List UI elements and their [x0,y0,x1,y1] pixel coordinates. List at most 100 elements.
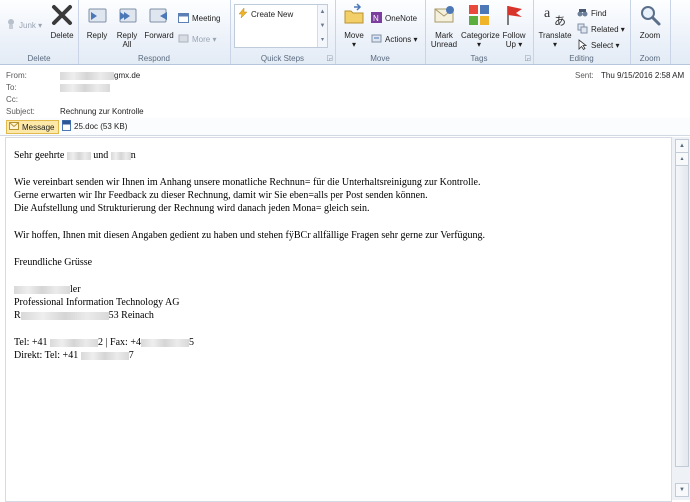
reply-all-button[interactable]: Reply All [112,3,142,49]
paragraph-1-line-2: Gerne erwarten wir Ihr Feedback zu diese… [14,190,428,201]
more-icon [178,33,189,46]
lightning-icon [238,7,248,20]
subject-value: Rechnung zur Kontrolle [60,107,144,116]
expand-gallery-icon[interactable]: ▾ [318,33,327,47]
scroll-down-icon[interactable]: ▼ [318,19,327,33]
reply-button[interactable]: Reply [82,3,112,40]
paragraph-2: Wir hoffen, Ihnen mit diesen Angaben ged… [14,230,486,241]
cc-label: Cc: [6,95,18,104]
select-cursor-icon [577,39,588,52]
quick-steps-scroll[interactable]: ▲ ▼ ▾ [317,5,327,47]
group-label-quick-steps: Quick Steps [260,54,305,63]
group-quick-steps: Create New ▲ ▼ ▾ Quick Steps ◲ [230,0,336,64]
group-label-zoom: Zoom [639,54,661,63]
scroll-up-page-icon[interactable]: ▴ [675,152,689,166]
junk-button[interactable]: Junk ▾ [6,18,42,32]
mark-unread-icon [427,3,461,29]
tags-launcher-icon[interactable]: ◲ [524,54,531,62]
message-tab[interactable]: Message [6,120,60,134]
follow-up-button[interactable]: Follow Up ▾ [499,3,529,49]
mark-unread-button[interactable]: Mark Unread [427,3,461,49]
move-button[interactable]: Move ▾ [339,3,369,49]
redacted-sender [60,71,114,80]
meeting-icon [178,12,189,25]
quick-steps-launcher-icon[interactable]: ◲ [326,54,333,62]
zoom-button[interactable]: Zoom [634,3,666,40]
translate-button[interactable]: aあ Translate ▾ [535,3,575,49]
signature-phone: Tel: +41 2 | Fax: +4 5 [14,337,194,348]
message-header: From: gmx.de To: Cc: Subject: Rechnung z… [0,65,690,118]
reply-icon [82,3,112,29]
redacted-recipient [60,83,110,92]
redacted-address [20,311,109,320]
categorize-button[interactable]: Categorize ▾ [461,3,500,49]
scroll-up-arrow-icon[interactable]: ▲ [675,139,689,153]
word-doc-icon [62,119,71,133]
group-delete: Junk ▾ Delete Delete [0,0,79,64]
find-button[interactable]: Find [577,7,607,20]
body-scrollbar[interactable]: ▲ ▴ ▼ [671,137,690,500]
attachment-bar: Message 25.doc (53 KB) [0,118,690,136]
delete-button[interactable]: Delete [48,3,76,40]
svg-text:a: a [544,6,551,21]
categorize-icon [461,3,497,29]
related-icon [577,23,588,36]
message-body[interactable]: Sehr geehrte und n Wie vereinbart senden… [5,137,672,502]
paragraph-1-line-1: Wie vereinbart senden wir Ihnen im Anhan… [14,177,481,188]
sent-label: Sent: [575,71,594,80]
paragraph-1-line-3: Die Aufstellung und Strukturierung der R… [14,203,370,214]
actions-button[interactable]: Actions ▾ [371,33,417,46]
group-label-tags: Tags [470,54,488,63]
reply-all-icon [112,3,142,29]
forward-button[interactable]: Forward [142,3,176,40]
signature-address: R 53 Reinach [14,310,154,321]
redacted-name-1 [66,151,91,160]
move-folder-icon [339,3,369,29]
attachment-doc[interactable]: 25.doc (53 KB) [62,119,127,133]
translate-icon: aあ [535,3,575,29]
actions-icon [371,33,382,46]
meeting-button[interactable]: Meeting [178,12,220,25]
group-editing: aあ Translate ▾ Find Related ▾ Select ▾ E… [533,0,631,64]
redacted-name-2 [110,151,131,160]
forward-icon [142,3,176,29]
group-respond: Reply Reply All Forward Meeting More ▾ R… [78,0,231,64]
from-label: From: [6,71,27,80]
onenote-button[interactable]: N OneNote [371,12,417,25]
quick-steps-gallery: Create New ▲ ▼ ▾ [234,4,328,48]
svg-text:N: N [373,14,379,23]
envelope-icon [9,122,19,132]
related-button[interactable]: Related ▾ [577,23,625,36]
group-label-respond: Respond [137,54,171,63]
sent-value: Thu 9/15/2016 2:58 AM [601,71,685,80]
group-label-editing: Editing [569,54,594,63]
onenote-icon: N [371,12,382,25]
redacted-direct-phone [80,351,129,360]
signature-name: ler [14,284,81,295]
scroll-thumb[interactable] [675,165,689,467]
binoculars-icon [577,7,588,20]
group-label-move: Move [370,54,390,63]
signature-company: Professional Information Technology AG [14,297,180,308]
ribbon: Junk ▾ Delete Delete Reply Reply All For… [0,0,690,65]
flag-icon [499,3,529,29]
scroll-down-arrow-icon[interactable]: ▼ [675,483,689,497]
create-new-quick-step[interactable]: Create New [238,7,293,20]
magnifier-icon [634,3,666,29]
junk-icon [6,18,16,32]
select-button[interactable]: Select ▾ [577,39,619,52]
signature-direct: Direkt: Tel: +41 7 [14,350,134,361]
more-button[interactable]: More ▾ [178,33,216,46]
from-value: gmx.de [60,71,140,80]
group-zoom: Zoom Zoom [630,0,671,64]
closing-line: Freundliche Grüsse [14,257,93,268]
group-label-delete: Delete [27,54,51,63]
subject-label: Subject: [6,107,35,116]
greeting-line: Sehr geehrte und n [14,150,136,161]
to-label: To: [6,83,17,92]
redacted-signature-name [14,285,70,294]
scroll-up-icon[interactable]: ▲ [318,5,327,19]
delete-x-icon [48,3,76,29]
to-value [60,83,110,92]
svg-text:あ: あ [554,14,566,27]
